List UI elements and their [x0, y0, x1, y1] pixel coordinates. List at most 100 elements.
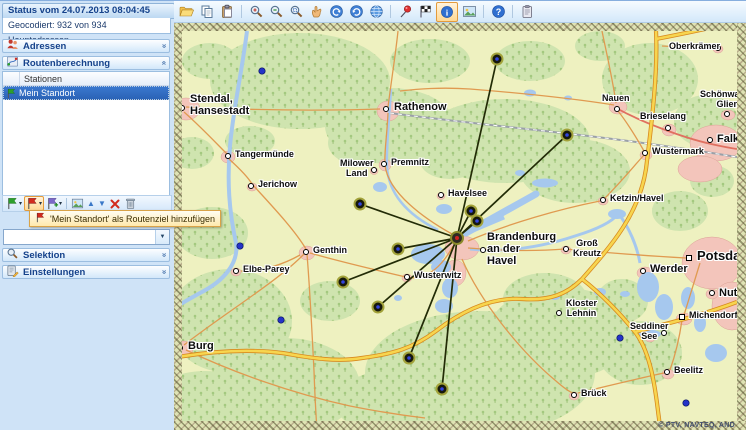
dropdown-arrow-icon[interactable]: ▾: [59, 201, 62, 207]
town-marker[interactable]: [642, 150, 648, 156]
town-marker[interactable]: [182, 345, 183, 351]
panel-label-adressen: Adressen: [23, 40, 67, 52]
pushpin-button[interactable]: [396, 3, 414, 21]
red-flag-icon: [35, 212, 46, 225]
town-marker[interactable]: [303, 249, 309, 255]
delete-button[interactable]: [108, 198, 122, 210]
route-flag-button[interactable]: [416, 3, 434, 21]
panel-header-selektion[interactable]: Selektion »: [2, 248, 170, 262]
town-label: Michendorf: [689, 310, 737, 320]
paste-button[interactable]: [218, 3, 236, 21]
map-border-hatch-right: [737, 23, 746, 430]
toolbar-separator: [483, 5, 484, 18]
image-button[interactable]: [460, 3, 478, 21]
town-label: Genthin: [313, 245, 347, 255]
show-on-map-button[interactable]: [70, 197, 85, 210]
town-marker[interactable]: [556, 310, 562, 316]
town-label: Havelsee: [448, 188, 488, 198]
add-station-flag-button[interactable]: ▾: [45, 197, 63, 210]
open-folder-button[interactable]: [178, 3, 196, 21]
chevron-up-icon[interactable]: »: [159, 61, 168, 65]
zoom-in-button[interactable]: [247, 3, 265, 21]
town-label: Kloster Lehnin: [566, 298, 598, 318]
copy-button[interactable]: [198, 3, 216, 21]
toolbar-separator: [66, 198, 68, 209]
town-label: Burg: [188, 340, 214, 352]
help-button[interactable]: ?: [489, 3, 507, 21]
zoom-out-button[interactable]: [267, 3, 285, 21]
town-label: Ketzin/Havel: [610, 193, 664, 203]
town-label: Falkensee: [717, 133, 737, 145]
town-label: Wustermark: [652, 146, 704, 156]
town-label: Milower Land: [340, 158, 374, 178]
town-marker[interactable]: [665, 125, 671, 131]
panel-label-einstellungen: Einstellungen: [23, 266, 86, 278]
zoom-window-button[interactable]: [287, 3, 305, 21]
tree-header-row: Stationen: [3, 72, 169, 86]
town-label: Seddiner See: [630, 321, 669, 341]
town-marker[interactable]: [724, 111, 730, 117]
settings-icon: [6, 264, 19, 280]
panel-header-adressen[interactable]: Adressen »: [2, 39, 170, 53]
town-marker[interactable]: [233, 268, 239, 274]
tree-icon-column: [3, 72, 20, 85]
town-marker[interactable]: [383, 106, 389, 112]
move-down-button[interactable]: ▼: [97, 199, 107, 208]
town-marker[interactable]: [664, 369, 670, 375]
town-label: Oberkrämer: [669, 41, 721, 51]
nav-back-button[interactable]: [327, 3, 345, 21]
town-label: Nuthetal: [719, 287, 737, 299]
town-marker[interactable]: [480, 247, 486, 253]
town-marker[interactable]: [600, 197, 606, 203]
pan-hand-button[interactable]: [307, 3, 325, 21]
green-flag-icon: [3, 88, 19, 99]
town-marker[interactable]: [707, 137, 713, 143]
town-marker[interactable]: [571, 392, 577, 398]
town-label: Beelitz: [674, 365, 704, 375]
info-button[interactable]: i: [436, 1, 458, 22]
add-start-flag-button[interactable]: ▾: [5, 197, 23, 210]
town-label: Stendal, Hansestadt: [190, 93, 250, 118]
town-label: Jerichow: [258, 179, 298, 189]
town-marker[interactable]: [182, 105, 185, 111]
report-button[interactable]: [518, 3, 536, 21]
toolbar-separator: [241, 5, 242, 18]
town-marker[interactable]: [614, 106, 620, 112]
town-marker[interactable]: [225, 153, 231, 159]
town-marker[interactable]: [563, 246, 569, 252]
town-marker[interactable]: [640, 268, 646, 274]
magnifier-icon: [6, 247, 19, 263]
combobox-dropdown-icon[interactable]: ▼: [155, 230, 169, 244]
geocoded-status-text: Geocodiert: 932 von 934 Hauptadressen: [2, 18, 171, 45]
toolbar-separator: [512, 5, 513, 18]
move-up-button[interactable]: ▲: [86, 199, 96, 208]
chevron-down-icon[interactable]: »: [160, 270, 169, 274]
map-canvas[interactable]: Stendal, Hansestadt Tangermünde Jerichow Rat…: [182, 31, 737, 421]
dropdown-arrow-icon[interactable]: ▾: [39, 201, 42, 207]
map-viewport[interactable]: Stendal, Hansestadt Tangermünde Jerichow Rat…: [174, 23, 746, 430]
overview-globe-button[interactable]: [367, 3, 385, 21]
chevron-down-icon[interactable]: »: [160, 253, 169, 257]
tree-row-mein-standort[interactable]: Mein Standort: [3, 86, 169, 100]
town-marker[interactable]: [709, 290, 715, 296]
town-label: Nauen: [602, 93, 630, 103]
panel-header-einstellungen[interactable]: Einstellungen »: [2, 265, 170, 279]
station-combobox[interactable]: ▼: [3, 229, 170, 245]
town-marker[interactable]: [404, 274, 410, 280]
chevron-down-icon[interactable]: »: [160, 44, 169, 48]
town-marker[interactable]: [686, 255, 692, 261]
toolbar-separator: [390, 5, 391, 18]
town-marker[interactable]: [679, 314, 685, 320]
panel-header-routenberechnung[interactable]: Routenberechnung »: [2, 56, 170, 70]
town-label: Werder: [650, 263, 688, 275]
tree-column-header[interactable]: Stationen: [20, 74, 62, 84]
town-label: Elbe-Parey: [243, 264, 290, 274]
town-marker[interactable]: [248, 183, 254, 189]
route-calculation-icon: [6, 55, 19, 71]
town-marker[interactable]: [438, 192, 444, 198]
nav-forward-button[interactable]: [347, 3, 365, 21]
add-destination-flag-button[interactable]: ▾: [24, 196, 45, 211]
dropdown-arrow-icon[interactable]: ▾: [19, 201, 22, 207]
clear-all-trash-button[interactable]: [123, 197, 138, 210]
town-marker[interactable]: [381, 161, 387, 167]
